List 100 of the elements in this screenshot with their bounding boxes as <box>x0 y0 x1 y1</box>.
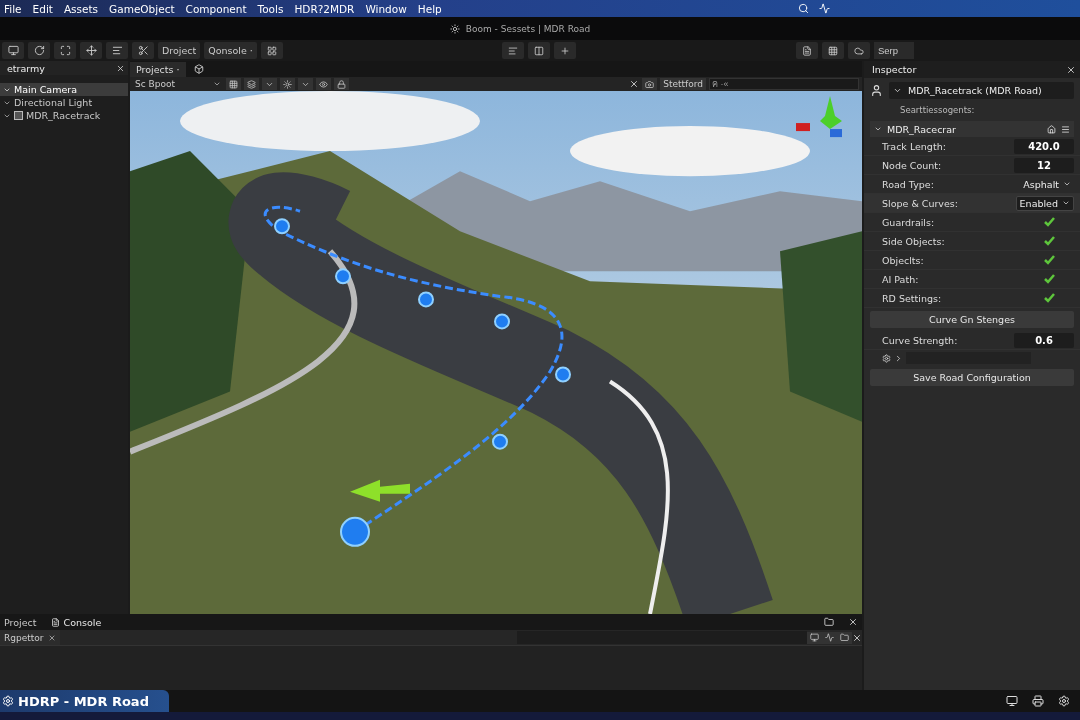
menu-icon <box>1061 124 1070 134</box>
close-icon[interactable] <box>629 79 640 89</box>
view-dropdown[interactable]: Sc Bpoot <box>133 77 223 91</box>
field-label: Node Count: <box>882 159 943 171</box>
panel-tab[interactable]: Rgpettor <box>0 630 61 645</box>
scene-tool-button[interactable] <box>226 78 241 90</box>
field-label: Road Type: <box>882 178 935 190</box>
tool-button[interactable] <box>54 42 76 59</box>
console-icon <box>50 617 60 627</box>
scene-tool-button[interactable] <box>280 78 295 90</box>
lock-icon <box>337 79 346 89</box>
monitor-icon[interactable] <box>1006 695 1018 707</box>
menu-item[interactable]: Help <box>413 2 449 15</box>
monitor-icon <box>7 45 19 56</box>
field-label: Side Objects: <box>882 235 946 247</box>
search-icon[interactable] <box>798 3 809 14</box>
field-label: Curve Strength: <box>882 334 959 346</box>
camera-icon <box>645 79 655 89</box>
tool-button[interactable] <box>28 42 50 59</box>
menu-item[interactable]: File <box>0 2 29 15</box>
menu-item[interactable]: GameObject <box>105 2 182 15</box>
scene-tool-button[interactable] <box>244 78 259 90</box>
move-icon <box>85 45 97 56</box>
menu-item[interactable]: Component <box>181 2 254 15</box>
tool-button[interactable] <box>80 42 102 59</box>
eye-icon <box>319 79 328 89</box>
hierarchy-item[interactable]: Directional Light <box>0 96 128 109</box>
save-button[interactable]: Save Road Configuration <box>870 369 1074 386</box>
field-label: Slope & Curves: <box>882 197 959 209</box>
toolbar-button[interactable]: Droject <box>158 42 201 59</box>
scene-tool-button[interactable] <box>334 78 349 90</box>
type-dropdown[interactable]: Asphalt <box>1020 176 1074 192</box>
tool-button[interactable] <box>106 42 128 59</box>
settings-icon[interactable] <box>1058 695 1070 707</box>
cube-icon[interactable] <box>193 64 204 74</box>
menu-item[interactable]: Tools <box>253 2 291 15</box>
folder-icon[interactable] <box>824 617 834 627</box>
folder-button[interactable] <box>837 631 852 644</box>
number-field[interactable]: 12 <box>1014 157 1074 173</box>
panel-tab[interactable]: Console <box>50 616 102 628</box>
settings-icon[interactable] <box>882 353 891 363</box>
tool-button[interactable] <box>132 42 154 59</box>
menu-item[interactable]: Window <box>361 2 414 15</box>
panel-tab[interactable]: Inspector <box>868 64 921 75</box>
object-icon <box>870 84 883 97</box>
columns-icon <box>534 45 545 56</box>
document-icon <box>802 45 812 56</box>
menu-item[interactable]: Edit <box>28 2 60 15</box>
grid-icon <box>229 79 238 89</box>
window-title: Boom - Sessets | MDR Road <box>465 23 591 34</box>
number-field[interactable]: 420.0 <box>1014 138 1074 154</box>
component-header[interactable]: MDR_Racecrar <box>870 121 1074 137</box>
caret-icon <box>1063 180 1071 188</box>
caret-icon <box>893 86 902 95</box>
hierarchy-item[interactable]: MDR_Racetrack <box>0 109 128 122</box>
align-button[interactable] <box>554 42 577 59</box>
checkbox[interactable] <box>14 111 23 120</box>
close-icon[interactable] <box>116 63 125 73</box>
panel-tab[interactable]: Project <box>4 616 37 628</box>
monitor-icon <box>810 633 819 642</box>
object-dropdown[interactable]: MDR_Racetrack (MDR Road) <box>889 82 1074 99</box>
search-field[interactable] <box>517 631 807 644</box>
tool-button[interactable] <box>822 42 844 59</box>
house-icon <box>1047 124 1056 134</box>
graph-button[interactable] <box>822 631 837 644</box>
align-button[interactable] <box>528 42 551 59</box>
scene-tool-button[interactable] <box>298 78 313 90</box>
tool-button[interactable] <box>796 42 818 59</box>
menu-item[interactable]: HDR?2MDR <box>290 2 362 15</box>
mode-dropdown[interactable]: Enabled <box>1015 195 1074 211</box>
field-label: Track Length: <box>882 140 947 152</box>
number-field[interactable]: 0.6 <box>1014 332 1074 348</box>
camera-button[interactable] <box>642 78 658 90</box>
search-field[interactable]: ค ·« <box>709 78 859 90</box>
layout-button[interactable] <box>260 42 283 59</box>
caret-icon <box>1062 199 1070 207</box>
caret-icon <box>874 125 882 133</box>
project-label: HDRP - MDR Road <box>0 690 169 712</box>
curve-button[interactable]: Curve Gn Stenges <box>870 311 1074 328</box>
frame-icon <box>59 45 71 56</box>
hierarchy-item[interactable]: Main Camera <box>0 83 128 96</box>
toolbar-button[interactable]: Qonsole · <box>204 42 257 59</box>
close-icon[interactable] <box>848 617 858 627</box>
panel-tab[interactable]: Projects · <box>130 61 186 77</box>
pulse-icon[interactable] <box>819 3 830 14</box>
close-icon[interactable] <box>1066 64 1076 75</box>
scene-tool-button[interactable] <box>316 78 331 90</box>
close-icon[interactable] <box>852 632 862 643</box>
tool-button[interactable] <box>2 42 24 59</box>
align-button[interactable] <box>502 42 525 59</box>
printer-icon[interactable] <box>1032 695 1044 707</box>
menu-item[interactable]: Assets <box>59 2 106 15</box>
mode-button[interactable]: Stettford <box>660 78 706 90</box>
image-button[interactable] <box>807 631 822 644</box>
field-label: Objeclts: <box>882 254 925 266</box>
scene-tool-button[interactable] <box>262 78 277 90</box>
search-field[interactable]: Serp <box>874 42 914 59</box>
folder-icon <box>840 633 849 642</box>
layers-icon <box>247 79 256 89</box>
tool-button[interactable] <box>848 42 870 59</box>
